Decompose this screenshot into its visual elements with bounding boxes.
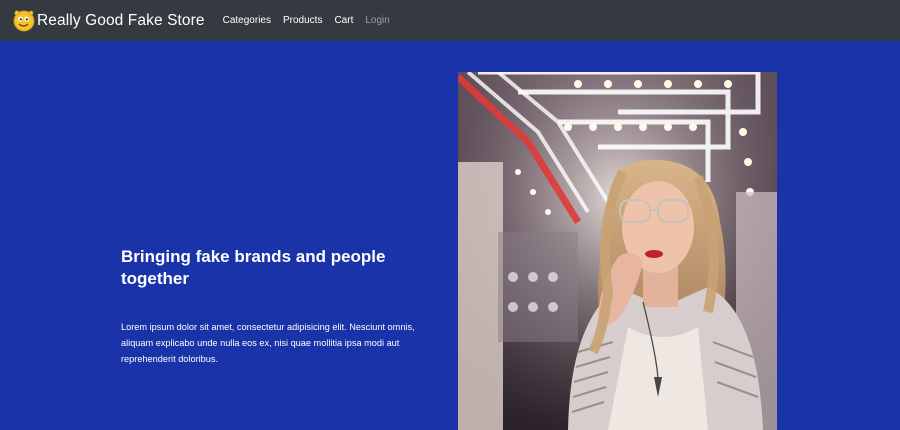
nav-links: Categories Products Cart Login — [223, 15, 402, 26]
woman-portrait-photo — [458, 72, 777, 430]
brand-link[interactable]: Really Good Fake Store — [11, 8, 205, 33]
hero-image — [458, 72, 777, 430]
smiley-face-icon — [11, 8, 36, 33]
nav-link-products[interactable]: Products — [283, 15, 322, 26]
hero-description: Lorem ipsum dolor sit amet, consectetur … — [121, 322, 415, 364]
nav-link-login[interactable]: Login — [365, 15, 389, 26]
hero-title: Bringing fake brands and people together — [121, 247, 386, 288]
navbar: Really Good Fake Store Categories Produc… — [0, 0, 900, 41]
brand-name: Really Good Fake Store — [37, 11, 205, 29]
nav-link-categories[interactable]: Categories — [223, 15, 271, 26]
nav-link-cart[interactable]: Cart — [334, 15, 353, 26]
